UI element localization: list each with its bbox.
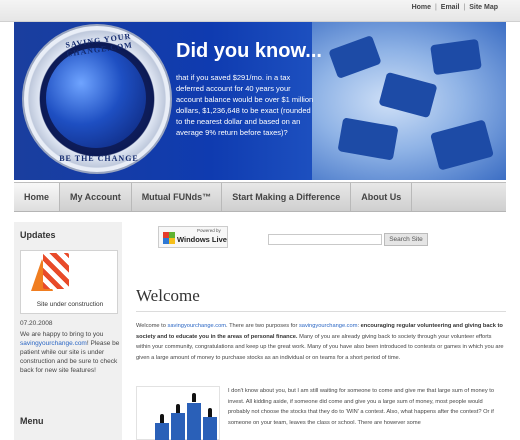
puzzle-piece xyxy=(337,117,399,161)
site-link[interactable]: savingyourchange.com xyxy=(168,323,227,329)
puzzle-piece xyxy=(328,35,382,79)
intro-text: Welcome to xyxy=(136,323,168,329)
nav-mutual-funds[interactable]: Mutual FUNds™ xyxy=(132,183,223,211)
puzzle-piece xyxy=(430,38,482,76)
second-paragraph: I don't know about you, but I am still w… xyxy=(228,388,495,426)
sidebar: Updates Site under construction 07.20.20… xyxy=(14,222,122,440)
header-banner: SAVING YOUR CHANGE.COM BE THE CHANGE Did… xyxy=(14,22,506,180)
person-icon xyxy=(160,414,164,423)
separator: | xyxy=(435,4,437,11)
puzzle-piece xyxy=(378,71,438,119)
divider xyxy=(136,311,506,312)
person-icon xyxy=(208,408,212,417)
intro-text: . There are two purposes for xyxy=(226,323,299,329)
person-icon xyxy=(192,393,196,402)
logo-bottom-text: BE THE CHANGE xyxy=(59,154,139,163)
nav-home[interactable]: Home xyxy=(14,183,61,211)
update-date: 07.20.2008 xyxy=(20,320,53,327)
globe-emblem xyxy=(46,48,146,148)
windows-live-name: Windows Live xyxy=(177,235,227,244)
construction-image: Site under construction xyxy=(20,250,118,314)
search-button[interactable]: Search Site xyxy=(384,233,428,246)
site-link[interactable]: savingyourchange.com xyxy=(20,340,87,347)
update-text: We are happy to bring to you savingyourc… xyxy=(20,330,120,375)
podium-step xyxy=(203,417,217,440)
main-nav: Home My Account Mutual FUNds™ Start Maki… xyxy=(14,182,506,212)
banner-body: that if you saved $291/mo. in a tax defe… xyxy=(176,73,314,137)
nav-my-account[interactable]: My Account xyxy=(60,183,132,211)
page-title: Welcome xyxy=(136,286,200,305)
nav-start-making-difference[interactable]: Start Making a Difference xyxy=(222,183,352,211)
barrier-icon xyxy=(43,253,69,289)
intro-paragraph: Welcome to savingyourchange.com. There a… xyxy=(136,321,504,363)
powered-by-label: Powered by xyxy=(197,228,221,233)
thumb-caption: Site under construction xyxy=(36,301,104,308)
email-link[interactable]: Email xyxy=(441,4,460,11)
banner-headline: Did you know... xyxy=(176,40,322,62)
podium-step xyxy=(155,423,169,440)
search-input[interactable] xyxy=(268,234,382,245)
podium-step xyxy=(171,413,185,440)
windows-live-logo[interactable]: Powered by Windows Live xyxy=(158,226,228,248)
podium-step xyxy=(187,403,201,440)
home-link[interactable]: Home xyxy=(412,4,431,11)
separator: | xyxy=(463,4,466,11)
update-text-before: We are happy to bring to you xyxy=(20,331,104,338)
top-bar: Home | Email | Site Map xyxy=(0,0,520,22)
windows-flag-icon xyxy=(163,238,175,244)
person-icon xyxy=(176,404,180,413)
nav-about-us[interactable]: About Us xyxy=(351,183,413,211)
site-link[interactable]: savingyourchange.com xyxy=(299,323,358,329)
top-links: Home | Email | Site Map xyxy=(412,4,498,11)
puzzle-image xyxy=(312,22,506,180)
puzzle-piece xyxy=(430,119,494,171)
sitemap-link[interactable]: Site Map xyxy=(469,4,498,11)
menu-heading: Menu xyxy=(20,416,44,426)
podium-image xyxy=(136,386,220,440)
updates-heading: Updates xyxy=(20,230,56,240)
